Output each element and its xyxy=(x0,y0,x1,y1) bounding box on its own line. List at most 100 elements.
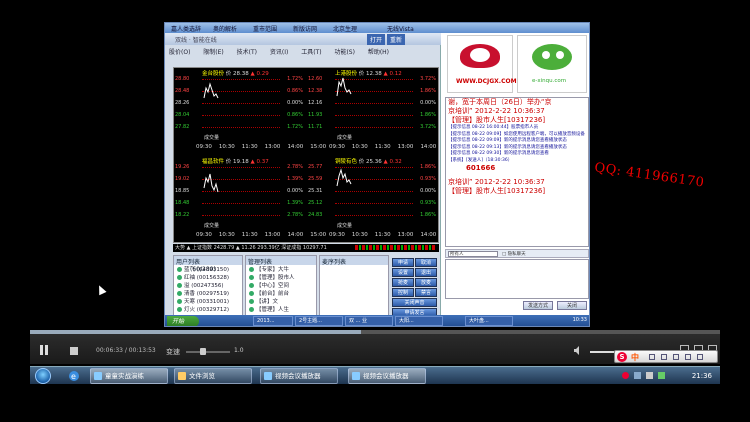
chat-line: 京培训” 2012-2-22 10:36:37 xyxy=(448,178,545,186)
user-row[interactable]: 清香 (00297519) xyxy=(174,289,242,297)
menu-item[interactable]: 工具(T) xyxy=(301,47,321,56)
grid-icon[interactable] xyxy=(697,354,703,360)
time-tick: 14:00 xyxy=(287,232,304,238)
open-button[interactable]: 打开 xyxy=(367,34,386,45)
user-row[interactable]: 天寒 (00331001) xyxy=(174,297,242,305)
mascot-eye xyxy=(542,51,550,59)
user-row[interactable]: 蓝飞 (64893150) xyxy=(174,265,242,273)
recorded-task[interactable]: 2号主题... xyxy=(295,316,343,326)
keyboard-icon[interactable] xyxy=(673,354,679,360)
seek-bar[interactable] xyxy=(30,330,720,334)
recorded-clock: 10:33 xyxy=(572,317,587,323)
speed-slider-knob[interactable] xyxy=(200,348,206,355)
app-icon xyxy=(94,372,102,380)
time-tick: 14:00 xyxy=(420,232,437,238)
stock-panel[interactable]: 金台股份 价 28.38 ▲ 0.29 28.80 1.72% 28.48 0.86% 2… xyxy=(174,68,326,152)
user-list-header: 用户列表 (60/280) xyxy=(174,256,242,273)
menu-bar: 股价(O) 限制(E) 技术(T) 资讯(I) 工具(T) 功能(S) 帮助(H… xyxy=(169,47,437,57)
stock-panel[interactable]: 铜陵有色 价 25.36 ▲ 0.32 25.77 1.86% 25.59 0.93% 2… xyxy=(307,156,459,240)
apply-button[interactable]: 申请 xyxy=(392,258,414,267)
trading-panel: 双线 · 智能在线 打开 重新 股价(O) 限制(E) 技术(T) 资讯(I) 工… xyxy=(165,33,459,326)
control-button[interactable]: 控制 xyxy=(392,288,414,297)
start-button[interactable] xyxy=(32,367,54,385)
stock-panel[interactable]: 福昌软件 价 19.18 ▲ 0.37 19.26 2.78% 19.02 1.39% 1… xyxy=(174,156,326,240)
speed-slider[interactable] xyxy=(186,351,230,353)
recorded-task[interactable]: 大阳... xyxy=(395,316,443,326)
chat-input[interactable] xyxy=(445,259,589,299)
chat-log[interactable]: 谢，宽于本周日（26日）举办“京 京培训” 2012-2-22 10:36:37… xyxy=(445,97,589,247)
top-item[interactable]: 新版访网 xyxy=(293,24,317,33)
user-icon xyxy=(177,291,182,296)
menu-item[interactable]: 资讯(I) xyxy=(270,47,288,56)
chat-line: 京培训” 2012-2-22 10:36:37 xyxy=(448,107,545,115)
user-row[interactable]: 红袖 (00156328) xyxy=(174,273,242,281)
pause-button[interactable] xyxy=(40,345,50,355)
manager-row[interactable]: 【管理】股市人 xyxy=(246,273,316,281)
skin-icon[interactable] xyxy=(685,354,691,360)
playback-time: 00:06:33 / 00:13:53 xyxy=(96,347,156,354)
flag-icon[interactable] xyxy=(658,372,665,379)
manager-row[interactable]: 【中心】空间 xyxy=(246,281,316,289)
private-chat-checkbox[interactable]: □ 隐私聊天 xyxy=(502,251,526,257)
settings-button[interactable]: 设置 xyxy=(392,268,414,277)
user-row[interactable]: 灯火 (00329712) xyxy=(174,305,242,313)
recorded-task[interactable]: 双 ... 业 xyxy=(345,316,393,326)
recorded-task[interactable]: 大叶盘... xyxy=(465,316,513,326)
grab-mic-button[interactable]: 抢麦 xyxy=(392,278,414,287)
chat-line: 【管理】股市人生[10317236] xyxy=(448,187,546,195)
volume-label: 成交量 xyxy=(204,223,220,229)
recipient-select[interactable]: 所有人 xyxy=(448,251,498,257)
manager-row[interactable]: 【管理】人生 xyxy=(246,305,316,313)
ime-mode[interactable]: 中 xyxy=(631,352,639,363)
punctuation-icon[interactable] xyxy=(661,354,667,360)
ticker-text: 大势 ▲ 上证指数 2428.79 ▲ 11.26 293.39亿 深证成指 1… xyxy=(175,245,327,251)
taskbar-item[interactable]: 童童实战演练 xyxy=(90,368,168,384)
menu-item[interactable]: 股价(O) xyxy=(169,47,190,56)
manager-row[interactable]: 【前台】前台 xyxy=(246,289,316,297)
stock-panel[interactable]: 上港股份 价 12.38 ▲ 0.12 12.60 3.72% 12.38 1.86% 1… xyxy=(307,68,459,152)
player-icon xyxy=(352,372,360,380)
volume-label: 成交量 xyxy=(337,223,353,229)
manager-row[interactable]: 【专家】大牛 xyxy=(246,265,316,273)
top-item[interactable]: 重市范围 xyxy=(253,24,277,33)
send-mode-button[interactable]: 发送方式 xyxy=(523,301,553,310)
cancel-button[interactable]: 取消 xyxy=(415,258,437,267)
chat-toolbar: 所有人 □ 隐私聊天 xyxy=(445,249,589,258)
ie-icon[interactable]: e xyxy=(68,370,80,382)
price-line xyxy=(203,173,219,193)
recorded-app-window: 嘉人类选辞 奥的解析 重市范围 新版访网 北京生理 无线Vista 双线 · 智… xyxy=(164,22,590,327)
taskbar-item[interactable]: 视频会议播放器 xyxy=(348,368,426,384)
menu-item[interactable]: 功能(S) xyxy=(334,47,355,56)
network-icon[interactable] xyxy=(634,372,641,379)
menu-item[interactable]: 帮助(H) xyxy=(368,47,389,56)
close-button[interactable]: 关闭 xyxy=(557,301,587,310)
user-row[interactable]: 溢 (00247356) xyxy=(174,281,242,289)
moon-icon[interactable] xyxy=(649,354,655,360)
stop-button[interactable] xyxy=(70,347,78,355)
price-line-chart xyxy=(203,82,219,99)
exit-button[interactable]: 退出 xyxy=(415,268,437,277)
menu-item[interactable]: 技术(T) xyxy=(237,47,257,56)
close-sound-button[interactable]: 关闭声音 xyxy=(392,298,437,307)
taskbar-item[interactable]: 视频会议播放器 xyxy=(260,368,338,384)
release-mic-button[interactable]: 放麦 xyxy=(415,278,437,287)
manager-row[interactable]: 【讲】文 xyxy=(246,297,316,305)
clock: 21:36 xyxy=(691,372,712,380)
recorded-start-button[interactable]: 开始 xyxy=(167,316,199,326)
reset-button[interactable]: 重新 xyxy=(387,34,406,45)
mic-queue-list: 麦序列表 xyxy=(319,255,389,321)
taskbar-item[interactable]: 文件浏览 xyxy=(174,368,252,384)
top-item[interactable]: 奥的解析 xyxy=(213,24,237,33)
sogou-logo-icon[interactable]: S xyxy=(617,352,627,362)
menu-item[interactable]: 限制(E) xyxy=(203,47,223,56)
top-item[interactable]: 嘉人类选辞 xyxy=(171,24,201,33)
chat-line: 【管理】股市人生[10317236] xyxy=(448,116,546,124)
chat-line: 谢，宽于本周日（26日）举办“京 xyxy=(448,98,552,106)
mute-button[interactable]: 禁言 xyxy=(415,288,437,297)
xinqu-logo: e-xinqu.com xyxy=(517,35,587,93)
volume-tray-icon[interactable] xyxy=(646,372,653,379)
recorded-task[interactable]: 2013... xyxy=(253,316,293,326)
top-item[interactable]: 北京生理 xyxy=(333,24,357,33)
sogou-tray-icon[interactable] xyxy=(622,372,629,379)
volume-icon[interactable] xyxy=(574,346,582,355)
